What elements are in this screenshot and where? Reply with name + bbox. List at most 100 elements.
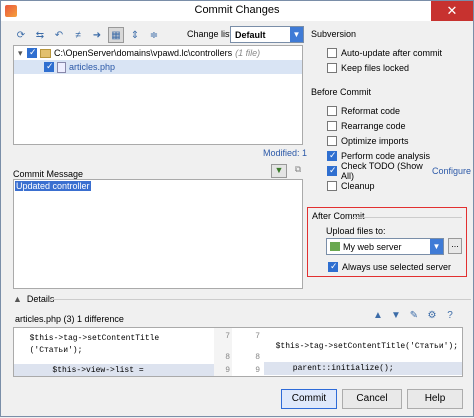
svn-option[interactable]: Auto-update after commit <box>327 45 471 60</box>
folder-path: C:\OpenServer\domains\vpawd.lc\controlle… <box>54 48 233 58</box>
bc-checkbox[interactable] <box>327 180 337 191</box>
jump-icon[interactable]: ➜ <box>89 27 105 43</box>
diff-title: articles.php (3) 1 difference <box>15 314 124 324</box>
always-use-checkbox[interactable] <box>328 261 338 272</box>
upload-label: Upload files to: <box>326 226 386 236</box>
collapse-icon[interactable]: ≑ <box>146 27 162 43</box>
group-icon[interactable]: ▦ <box>108 27 124 43</box>
bc-option[interactable]: Check TODO (Show All) Configure <box>327 160 471 181</box>
tree-toggle-icon[interactable]: ▾ <box>18 48 27 59</box>
tree-folder-row[interactable]: ▾ C:\OpenServer\domains\vpawd.lc\control… <box>14 46 302 60</box>
line-number: 7 <box>255 332 260 341</box>
diff-right-line: $this->tag->setContentTitle('Статьи'); <box>266 342 459 351</box>
message-actions: ▼ ⧉ <box>271 164 306 178</box>
bc-label: Cleanup <box>341 180 375 191</box>
always-use-label: Always use selected server <box>342 261 452 272</box>
bc-label: Optimize imports <box>341 135 409 146</box>
settings-icon[interactable]: ⚙ <box>425 310 439 324</box>
changes-tree: ▾ C:\OpenServer\domains\vpawd.lc\control… <box>13 45 303 145</box>
line-number: 9 <box>255 366 260 375</box>
subversion-heading: Subversion <box>311 29 357 39</box>
diff-left-line: $this->view->list = <box>14 364 214 376</box>
options-panel: Subversion Auto-update after commit Keep … <box>311 29 471 193</box>
file-checkbox[interactable] <box>44 61 54 72</box>
expand-icon[interactable]: ⇕ <box>127 27 143 43</box>
diff-toolbar: ▲ ▼ ✎ ⚙ ? <box>371 310 457 324</box>
next-diff-icon[interactable]: ▼ <box>389 310 403 324</box>
svn-label: Auto-update after commit <box>341 47 443 58</box>
line-number: 8 <box>225 353 230 362</box>
bc-label: Check TODO (Show All) <box>341 160 423 181</box>
cancel-button[interactable]: Cancel <box>342 389 402 409</box>
folder-checkbox[interactable] <box>27 47 37 58</box>
diff-left-pane: $this->tag->setContentTitle ('Статьи'); … <box>14 328 214 376</box>
svn-checkbox[interactable] <box>327 47 337 58</box>
collapse-caret-icon: ▲ <box>13 294 22 304</box>
bc-option[interactable]: Optimize imports <box>327 133 471 148</box>
diff-left-line: ('Статьи'); <box>20 346 83 355</box>
configure-link[interactable]: Configure <box>432 166 471 176</box>
commit-message-input[interactable]: Updated controller <box>13 179 303 289</box>
details-divider <box>51 299 471 300</box>
window-title: Commit Changes <box>194 4 280 16</box>
changelist-select[interactable]: Default ▼ <box>230 26 304 43</box>
svn-checkbox[interactable] <box>327 62 337 73</box>
help-icon[interactable]: ? <box>443 310 457 324</box>
bc-option[interactable]: Reformat code <box>327 103 471 118</box>
diff-icon[interactable]: ≠ <box>70 27 86 43</box>
button-bar: Commit Cancel Help <box>1 381 474 418</box>
bc-checkbox[interactable] <box>327 105 337 116</box>
diff-viewer: $this->tag->setContentTitle ('Статьи'); … <box>13 327 463 377</box>
bc-label: Reformat code <box>341 105 401 116</box>
bc-checkbox[interactable] <box>327 120 337 131</box>
move-icon[interactable]: ⇆ <box>32 27 48 43</box>
modified-count: Modified: 1 <box>263 148 308 158</box>
bc-label: Rearrange code <box>341 120 406 131</box>
diff-right-gutter: 7 8 9 <box>242 328 262 376</box>
diff-right-line: parent::initialize(); <box>264 362 462 375</box>
line-number: 7 <box>225 332 230 341</box>
after-commit-group: After Commit Upload files to: My web ser… <box>307 207 467 277</box>
changes-toolbar: ⟳ ⇆ ↶ ≠ ➜ ▦ ⇕ ≑ <box>13 25 162 45</box>
refresh-icon[interactable]: ⟳ <box>13 27 29 43</box>
folder-icon <box>40 48 51 58</box>
bc-checkbox[interactable] <box>327 150 337 161</box>
tree-file-row[interactable]: articles.php <box>14 60 302 74</box>
svn-option[interactable]: Keep files locked <box>327 60 471 75</box>
prev-diff-icon[interactable]: ▲ <box>371 310 385 324</box>
divider <box>352 217 462 218</box>
after-commit-heading: After Commit <box>312 211 365 221</box>
chevron-down-icon: ▼ <box>290 27 303 42</box>
commit-button[interactable]: Commit <box>281 389 337 409</box>
details-toggle[interactable]: ▲ Details <box>13 294 54 304</box>
undo-icon[interactable]: ↶ <box>51 27 67 43</box>
always-use-option[interactable]: Always use selected server <box>328 259 451 274</box>
close-button[interactable]: ✕ <box>431 1 473 21</box>
server-value: My web server <box>343 241 402 252</box>
changelist-label: Change list: <box>187 29 235 39</box>
browse-servers-button[interactable]: ... <box>448 238 462 254</box>
bc-label: Perform code analysis <box>341 150 431 161</box>
title-bar: Commit Changes ✕ <box>1 1 473 21</box>
file-name: articles.php <box>69 62 116 72</box>
line-number: 9 <box>225 366 230 375</box>
bc-option[interactable]: Rearrange code <box>327 118 471 133</box>
diff-left-gutter: 7 8 9 <box>214 328 232 376</box>
diff-right-pane: $this->tag->setContentTitle('Статьи'); p… <box>264 328 462 376</box>
commit-message-text: Updated controller <box>15 181 91 191</box>
message-history-icon[interactable]: ▼ <box>271 164 287 178</box>
before-commit-options: Reformat code Rearrange code Optimize impo… <box>327 103 471 193</box>
server-select[interactable]: My web server ▼ <box>326 238 444 255</box>
commit-dialog: Commit Changes ✕ ⟳ ⇆ ↶ ≠ ➜ ▦ ⇕ ≑ Change … <box>0 0 474 417</box>
bc-checkbox[interactable] <box>327 165 337 176</box>
server-icon <box>330 242 340 251</box>
before-commit-heading: Before Commit <box>311 87 372 97</box>
subversion-options: Auto-update after commit Keep files locke… <box>327 45 471 75</box>
commit-message-label: Commit Message <box>13 169 84 179</box>
php-file-icon <box>57 61 66 73</box>
copy-message-icon[interactable]: ⧉ <box>290 164 306 178</box>
jump-source-icon[interactable]: ✎ <box>407 310 421 324</box>
help-button[interactable]: Help <box>407 389 463 409</box>
bc-checkbox[interactable] <box>327 135 337 146</box>
svn-label: Keep files locked <box>341 62 410 73</box>
